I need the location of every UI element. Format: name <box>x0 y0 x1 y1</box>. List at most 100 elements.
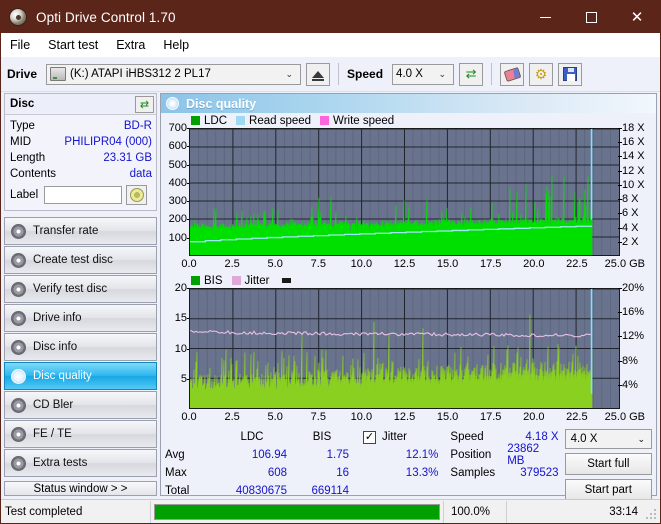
legend-swatch-jitter <box>231 276 241 285</box>
axis-tick-label: 500 <box>168 158 187 171</box>
menu-help[interactable]: Help <box>163 36 199 54</box>
disc-label-button[interactable] <box>126 185 148 205</box>
axis-tick-label: 0.0 <box>181 411 197 423</box>
start-full-button[interactable]: Start full <box>564 453 652 475</box>
axis-tick-label: 10.0 <box>350 258 373 270</box>
chart-1-y-axis: 100 200 300 400 500 600 700 <box>161 122 191 256</box>
sidebar-item-disc-info[interactable]: Disc info <box>4 333 157 361</box>
stats-total-bis: 669114 <box>311 485 349 497</box>
sidebar-item-drive-info[interactable]: Drive info <box>4 304 157 332</box>
disc-mid-label: MID <box>10 136 32 148</box>
axis-tick <box>618 199 622 201</box>
sidebar-item-fe-te[interactable]: FE / TE <box>4 420 157 448</box>
eject-icon <box>312 70 325 81</box>
stats-avg-bis: 1.75 <box>326 449 349 461</box>
axis-tick <box>618 336 622 338</box>
disc-type-value: BD-R <box>123 120 152 132</box>
stats-area: LDC BIS Avg 106.94 1.75 Max 608 16 Total… <box>161 426 656 504</box>
chart-2-wrap: 5 10 15 20 4% 8% 12% 16% 20% <box>161 282 656 411</box>
tools-button[interactable]: ⚙ <box>529 62 554 86</box>
sidebar-item-label: Drive info <box>33 312 82 324</box>
sidebar-item-label: FE / TE <box>33 428 72 440</box>
status-message: Test completed <box>5 505 83 518</box>
disc-contents-label: Contents <box>10 168 57 180</box>
sidebar: Disc ⇄ Type BD-R MID PHILIPR04 (000) Len… <box>1 92 160 499</box>
axis-tick-label: 4 X <box>622 221 639 234</box>
sidebar-item-label: Disc info <box>33 341 78 353</box>
disc-icon <box>11 281 26 297</box>
minimize-button[interactable] <box>522 1 568 33</box>
axis-tick-label: 600 <box>168 140 187 153</box>
speed-info-label: Speed <box>450 431 484 443</box>
test-speed-select[interactable]: 4.0 X ⌄ <box>564 429 652 449</box>
test-speed-value: 4.0 X <box>570 433 598 445</box>
chart-1-y2-axis: 2 X4 X6 X8 X 10 X 12 X 14 X 16 X 18 X <box>618 122 656 256</box>
maximize-button[interactable] <box>568 1 614 33</box>
jitter-checkbox[interactable]: ✓ <box>363 430 376 444</box>
axis-tick-label: 10 <box>174 342 187 355</box>
sidebar-item-disc-quality[interactable]: Disc quality <box>4 362 157 390</box>
samples-value: 379523 <box>520 467 559 479</box>
axis-tick-label: 0.0 <box>181 258 197 270</box>
title-bar: Opti Drive Control 1.70 ✕ <box>1 1 660 33</box>
disc-label-input[interactable] <box>44 186 123 204</box>
eject-button[interactable] <box>306 62 331 86</box>
sidebar-item-create-test-disc[interactable]: Create test disc <box>4 246 157 274</box>
drive-icon <box>50 67 67 81</box>
toolbar: Drive (K:) ATAPI iHBS312 2 PL17 ⌄ Speed … <box>1 57 660 92</box>
sidebar-item-verify-test-disc[interactable]: Verify test disc <box>4 275 157 303</box>
status-window-button[interactable]: Status window > > <box>4 481 157 496</box>
menu-start-test[interactable]: Start test <box>48 36 108 54</box>
resize-grip[interactable] <box>645 508 657 520</box>
axis-tick <box>618 384 622 386</box>
disc-icon <box>11 339 26 355</box>
axis-tick-label: 2.5 <box>224 411 240 423</box>
disc-info-panel: Disc ⇄ Type BD-R MID PHILIPR04 (000) Len… <box>4 93 157 211</box>
close-button[interactable]: ✕ <box>614 1 660 33</box>
sidebar-item-extra-tests[interactable]: Extra tests <box>4 449 157 477</box>
erase-button[interactable] <box>500 62 525 86</box>
chevron-down-icon: ⌄ <box>285 68 294 79</box>
chart-2-y2-axis: 4% 8% 12% 16% 20% <box>618 282 656 409</box>
speed-select[interactable]: 4.0 X ⌄ <box>392 63 455 85</box>
menu-extra[interactable]: Extra <box>116 36 155 54</box>
axis-tick-label: 8 X <box>622 193 639 206</box>
speed-info-value: 4.18 X <box>525 431 559 443</box>
application-window: Opti Drive Control 1.70 ✕ File Start tes… <box>0 0 661 524</box>
sidebar-item-cd-bler[interactable]: CD Bler <box>4 391 157 419</box>
axis-tick <box>618 128 622 129</box>
disc-label-label: Label <box>10 189 39 201</box>
stats-max-ldc: 608 <box>267 467 287 479</box>
refresh-button[interactable]: ⇄ <box>459 62 484 86</box>
axis-tick-label: 15 <box>174 312 187 325</box>
axis-tick <box>618 312 622 314</box>
save-button[interactable] <box>558 62 583 86</box>
app-disc-icon <box>9 8 27 26</box>
disc-panel-header: Disc ⇄ <box>5 94 156 115</box>
axis-tick-label: 15.0 <box>436 258 459 270</box>
charts-area: LDC Read speed Write speed 100 200 300 400 5… <box>161 113 656 426</box>
axis-tick <box>618 227 622 229</box>
axis-tick-label: 12% <box>622 330 645 343</box>
menu-file[interactable]: File <box>10 36 40 54</box>
sidebar-item-label: Create test disc <box>33 254 113 266</box>
sidebar-item-transfer-rate[interactable]: Transfer rate <box>4 217 157 245</box>
axis-tick-label: 10 X <box>622 178 645 191</box>
refresh-icon: ⇄ <box>139 98 150 111</box>
axis-tick-label: 12.5 <box>393 411 416 423</box>
start-part-button[interactable]: Start part <box>564 479 652 501</box>
stats-header-bis: BIS <box>312 431 332 443</box>
axis-tick-label: 300 <box>168 195 187 208</box>
legend-marker-icon <box>282 278 292 283</box>
disc-mid-value: PHILIPR04 (000) <box>64 136 152 148</box>
panel-header: Disc quality <box>161 94 656 113</box>
cd-icon <box>129 188 144 202</box>
axis-tick <box>618 241 622 243</box>
legend-swatch-write-speed <box>320 116 330 125</box>
refresh-icon: ⇄ <box>465 66 477 81</box>
close-icon: ✕ <box>630 7 644 26</box>
axis-tick-label: 20.0 <box>523 258 545 270</box>
axis-tick <box>618 184 622 186</box>
disc-refresh-button[interactable]: ⇄ <box>135 95 154 113</box>
drive-select[interactable]: (K:) ATAPI iHBS312 2 PL17 ⌄ <box>46 63 302 85</box>
